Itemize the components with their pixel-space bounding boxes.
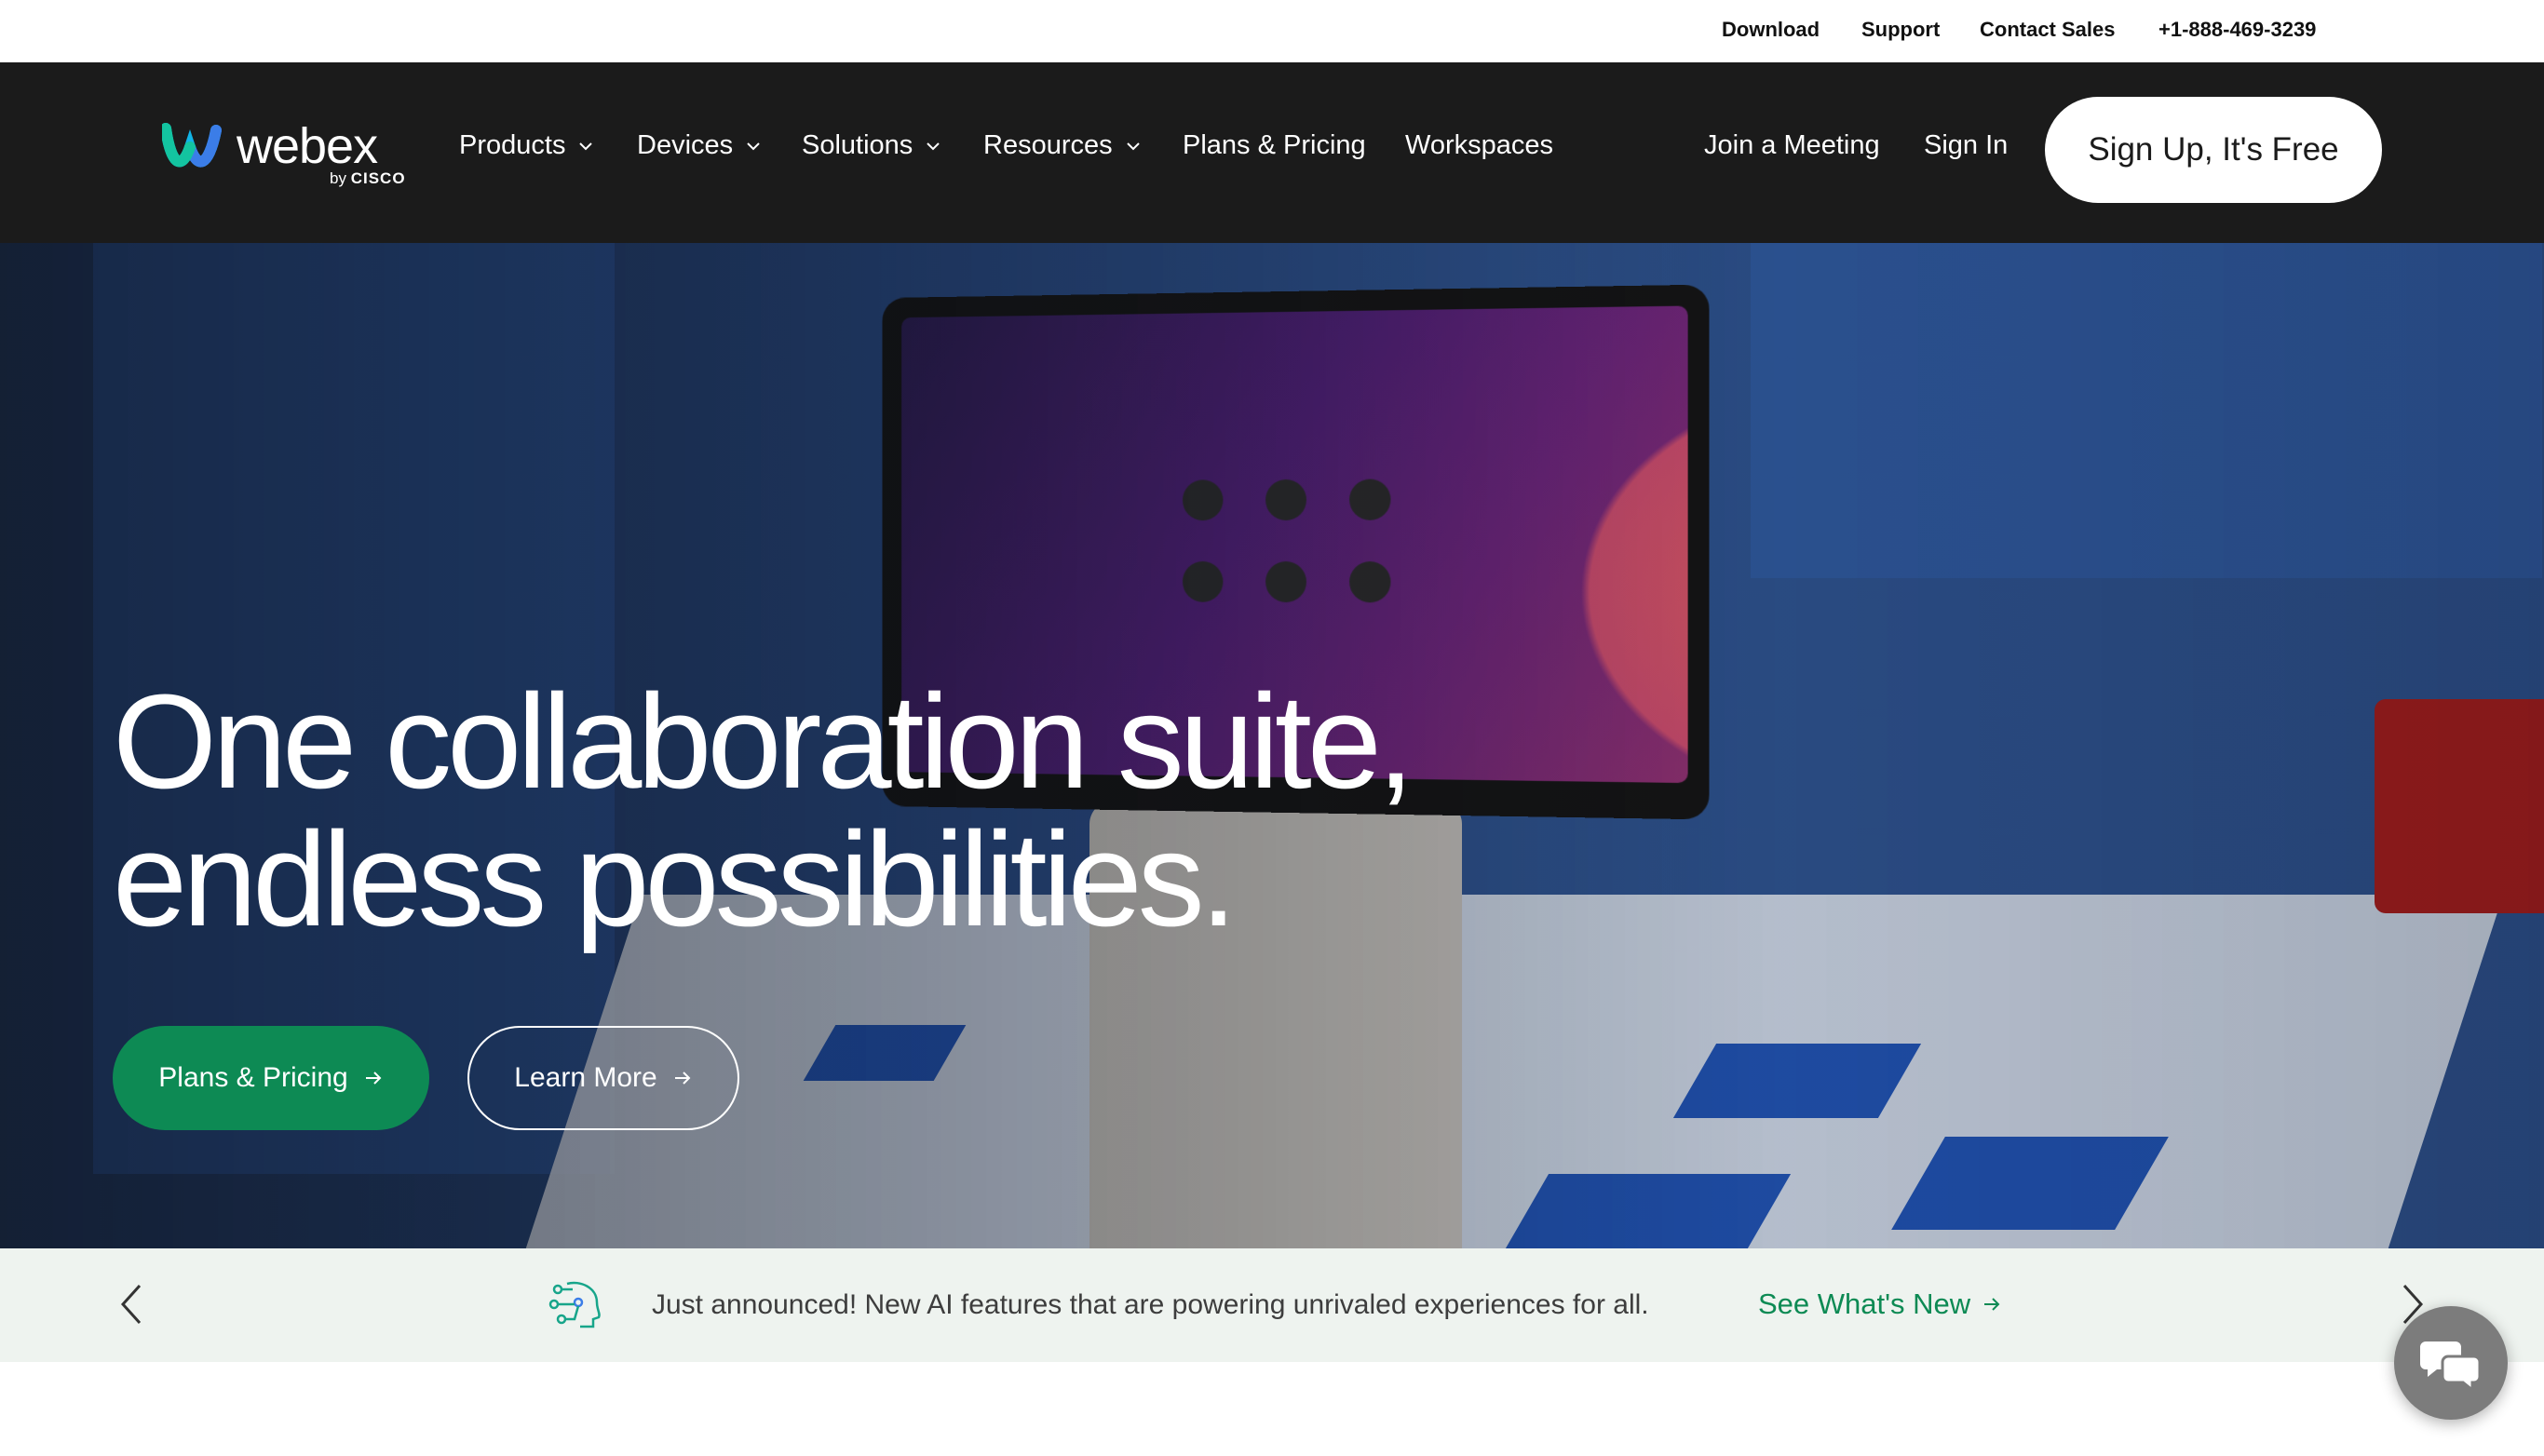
join-meeting-label: Join a Meeting bbox=[1704, 130, 1880, 160]
brand-name: webex bbox=[237, 118, 378, 174]
sign-in-label: Sign In bbox=[1924, 130, 2009, 160]
hero-title-line-2: endless possibilities. bbox=[113, 804, 1238, 954]
arrow-right-icon bbox=[674, 1072, 691, 1085]
nav-products-label: Products bbox=[459, 130, 566, 160]
join-meeting-link[interactable]: Join a Meeting bbox=[1704, 130, 1880, 161]
webex-logo[interactable]: webex by CISCO bbox=[162, 115, 423, 199]
chat-widget-button[interactable] bbox=[2394, 1306, 2508, 1420]
see-whats-new-label: See What's New bbox=[1758, 1287, 1971, 1320]
nav-solutions[interactable]: Solutions bbox=[802, 130, 942, 161]
arrow-right-icon bbox=[1984, 1298, 2000, 1311]
phone-link[interactable]: +1-888-469-3239 bbox=[2158, 18, 2316, 42]
arrow-right-icon bbox=[365, 1072, 382, 1085]
plans-pricing-button[interactable]: Plans & Pricing bbox=[113, 1026, 429, 1130]
chevron-down-icon bbox=[747, 142, 760, 150]
ai-head-icon bbox=[548, 1281, 601, 1328]
hero-title-line-1: One collaboration suite, bbox=[113, 667, 1414, 816]
nav-solutions-label: Solutions bbox=[802, 130, 913, 160]
nav-devices-label: Devices bbox=[637, 130, 734, 160]
brand-byline: by CISCO bbox=[330, 169, 406, 188]
nav-devices[interactable]: Devices bbox=[637, 130, 763, 161]
chevron-down-icon bbox=[1126, 142, 1140, 150]
sign-in-link[interactable]: Sign In bbox=[1924, 130, 2008, 161]
nav-products[interactable]: Products bbox=[459, 130, 595, 161]
nav-resources[interactable]: Resources bbox=[983, 130, 1143, 161]
chevron-down-icon bbox=[927, 142, 940, 150]
nav-workspaces[interactable]: Workspaces bbox=[1405, 130, 1553, 161]
nav-workspaces-label: Workspaces bbox=[1405, 130, 1554, 160]
announcement-text: Just announced! New AI features that are… bbox=[652, 1289, 1649, 1320]
contact-sales-link[interactable]: Contact Sales bbox=[1980, 18, 2116, 42]
learn-more-button[interactable]: Learn More bbox=[467, 1026, 739, 1130]
hero-title: One collaboration suite, endless possibi… bbox=[113, 667, 1414, 954]
learn-more-label: Learn More bbox=[514, 1062, 657, 1093]
chevron-down-icon bbox=[579, 142, 593, 150]
hero-section: One collaboration suite, endless possibi… bbox=[0, 243, 2544, 1248]
download-link[interactable]: Download bbox=[1722, 18, 1820, 42]
chevron-left-icon[interactable] bbox=[117, 1282, 145, 1327]
nav-plans-label: Plans & Pricing bbox=[1183, 130, 1366, 160]
chat-icon bbox=[2420, 1341, 2482, 1390]
brand-parent: CISCO bbox=[350, 169, 406, 187]
plans-pricing-label: Plans & Pricing bbox=[158, 1062, 348, 1093]
brand-by-text: by bbox=[330, 169, 346, 187]
sign-up-button[interactable]: Sign Up, It's Free bbox=[2045, 97, 2382, 203]
nav-plans-pricing[interactable]: Plans & Pricing bbox=[1183, 130, 1366, 161]
main-navigation: webex by CISCO Products Devices Solution… bbox=[0, 62, 2544, 243]
utility-bar: Download Support Contact Sales +1-888-46… bbox=[0, 0, 2544, 62]
support-link[interactable]: Support bbox=[1861, 18, 1940, 42]
announcement-bar: Just announced! New AI features that are… bbox=[0, 1248, 2544, 1362]
see-whats-new-link[interactable]: See What's New bbox=[1758, 1287, 2002, 1321]
nav-resources-label: Resources bbox=[983, 130, 1113, 160]
webex-logo-icon bbox=[162, 123, 222, 168]
